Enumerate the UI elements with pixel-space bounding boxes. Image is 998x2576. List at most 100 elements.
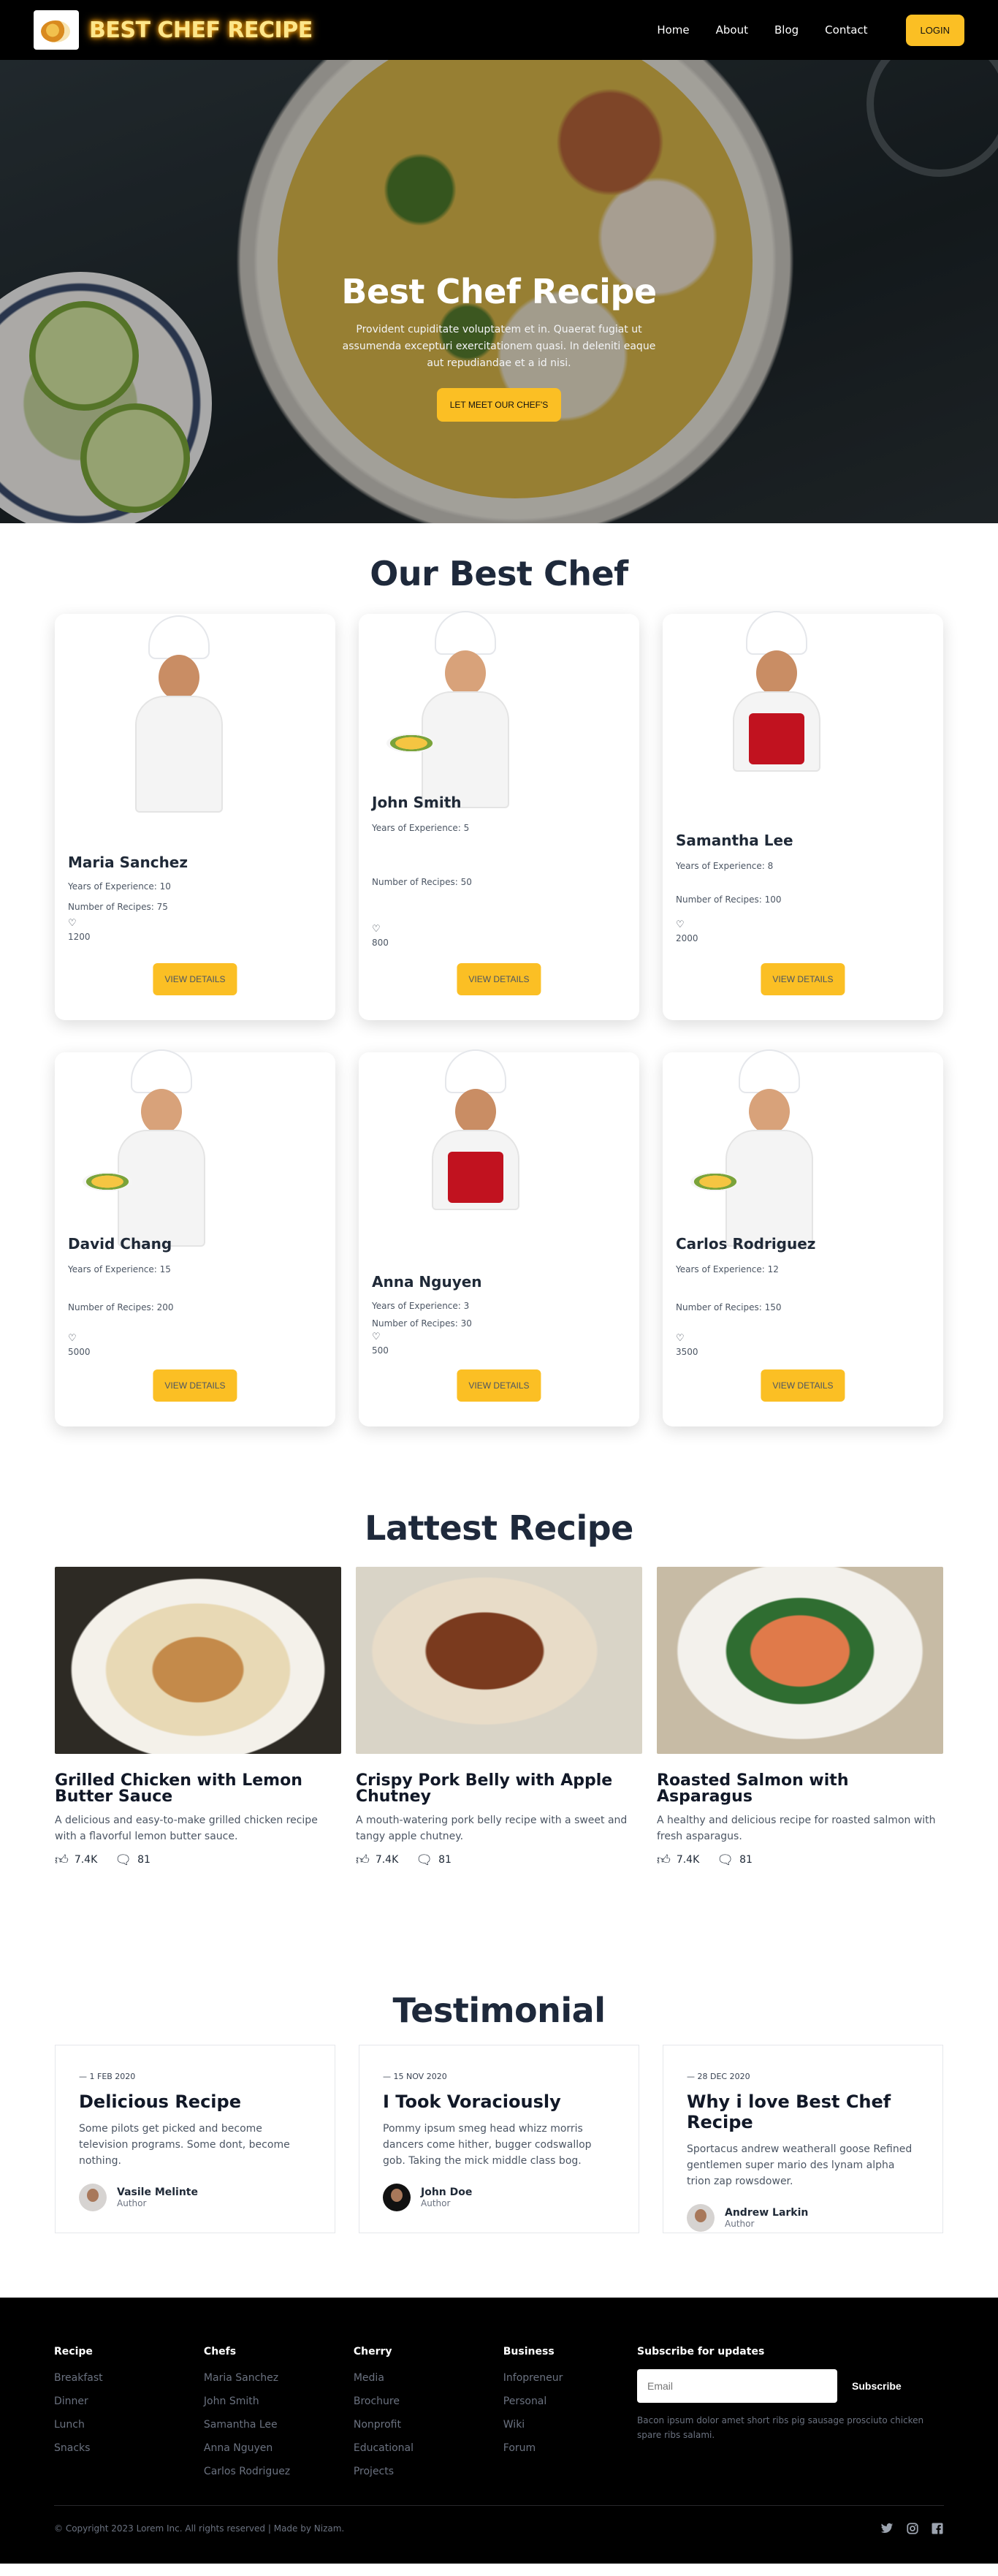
hero-text: Provident cupiditate voluptatem et in. Q… [342,324,656,369]
chef-likes: 1200 [68,932,91,942]
testimonial-card: — 15 NOV 2020 I Took Voraciously Pommy i… [359,2045,639,2233]
footer-link[interactable]: Nonprofit [354,2413,503,2436]
footer-link[interactable]: Carlos Rodriguez [204,2460,354,2483]
facebook-icon[interactable] [931,2522,944,2535]
thumbs-up-icon[interactable]: 👍︎ [657,1852,671,1868]
footer-column-business: Business Infopreneur Personal Wiki Forum [503,2346,637,2483]
testimonials-title: Testimonial [392,1991,606,2030]
chef-info: David Chang Years of Experience: 15 Numb… [68,1235,174,1357]
testimonial-author: Andrew Larkin Author [687,2204,919,2232]
footer-link[interactable]: Snacks [54,2436,204,2460]
comments-count: 81 [438,1854,452,1866]
view-details-button[interactable]: VIEW DETAILS [153,963,237,995]
recipe-card[interactable]: Grilled Chicken with Lemon Butter Sauce … [55,1567,341,1868]
view-details-button[interactable]: VIEW DETAILS [761,1369,845,1402]
chef-experience: Years of Experience: 12 [676,1264,779,1274]
recipe-image[interactable] [657,1567,943,1754]
recipe-image[interactable] [55,1567,341,1754]
testimonial-date: — 28 DEC 2020 [687,2072,750,2081]
view-details-button[interactable]: VIEW DETAILS [153,1369,237,1402]
recipe-card[interactable]: Roasted Salmon with Asparagus A healthy … [657,1567,943,1868]
testimonial-grid: — 1 FEB 2020 Delicious Recipe Some pilot… [55,2045,943,2233]
recipe-title[interactable]: Crispy Pork Belly with Apple Chutney [356,1773,642,1805]
hero-title: Best Chef Recipe [341,272,657,311]
footer-link[interactable]: John Smith [204,2390,354,2413]
chef-recipes: Number of Recipes: 150 [676,1302,782,1312]
chef-card: Samantha Lee Years of Experience: 8 Numb… [663,611,943,1020]
footer-link[interactable]: Media [354,2366,503,2390]
chef-photo [696,611,857,772]
recipe-image[interactable] [356,1567,642,1754]
recipe-title[interactable]: Roasted Salmon with Asparagus [657,1773,943,1805]
footer-link[interactable]: Forum [503,2436,637,2460]
chef-info: Samantha Lee Years of Experience: 8 Numb… [676,832,793,943]
chef-name: Carlos Rodriguez [676,1235,816,1253]
email-input[interactable] [637,2369,838,2403]
comment-icon[interactable]: 🗨︎ [717,1853,734,1868]
instagram-icon[interactable] [906,2522,919,2535]
footer-link[interactable]: Wiki [503,2413,637,2436]
avatar [687,2204,715,2232]
footer-link[interactable]: Maria Sanchez [204,2366,354,2390]
chef-likes: 2000 [676,933,698,943]
meet-chefs-button[interactable]: LET MEET OUR CHEF'S [436,388,562,422]
chef-photo [99,615,259,835]
footer-column-title: Business [503,2346,555,2357]
footer-link[interactable]: Brochure [354,2390,503,2413]
subscribe-button[interactable]: Subscribe [852,2380,902,2392]
chef-card: Anna Nguyen Years of Experience: 3 Numbe… [359,1049,639,1426]
author-role: Author [725,2219,755,2229]
view-details-button[interactable]: VIEW DETAILS [457,1369,541,1402]
logo-text[interactable]: BEST CHEF RECIPE [89,18,313,43]
recipes-title: Lattest Recipe [365,1508,633,1548]
subscribe-form: Subscribe [637,2369,944,2403]
nav-link-about[interactable]: About [716,23,748,37]
chefs-title: Our Best Chef [370,554,628,593]
testimonial-text: Some pilots get picked and become televi… [79,2123,290,2167]
heart-icon[interactable]: ♡ [676,1333,815,1344]
comment-icon[interactable]: 🗨︎ [416,1853,433,1868]
view-details-button[interactable]: VIEW DETAILS [761,963,845,995]
footer-link[interactable]: Breakfast [54,2366,204,2390]
nav-link-blog[interactable]: Blog [774,23,799,37]
heart-icon[interactable]: ♡ [676,919,793,930]
recipe-grid: Grilled Chicken with Lemon Butter Sauce … [55,1567,943,1868]
heart-icon[interactable]: ♡ [68,1333,174,1344]
thumbs-up-icon[interactable]: 👍︎ [356,1852,370,1868]
chef-experience: Years of Experience: 5 [372,823,470,833]
footer-link[interactable]: Anna Nguyen [204,2436,354,2460]
footer-column-chefs: Chefs Maria Sanchez John Smith Samantha … [204,2346,354,2483]
footer-link[interactable]: Samantha Lee [204,2413,354,2436]
chef-experience: Years of Experience: 15 [68,1264,171,1274]
comments-count: 81 [137,1854,151,1866]
testimonial-title: Why i love Best Chef Recipe [687,2091,891,2132]
login-button[interactable]: LOGIN [905,14,964,46]
footer-link[interactable]: Dinner [54,2390,204,2413]
footer-column-title: Chefs [203,2346,237,2357]
nav-link-home[interactable]: Home [657,23,689,37]
recipes-section: Lattest Recipe Grilled Chicken with Lemo… [0,1426,998,1868]
heart-icon[interactable]: ♡ [372,924,472,935]
footer-link[interactable]: Personal [503,2390,637,2413]
recipe-stats: 👍︎ 7.4K 🗨︎ 81 [356,1852,642,1869]
footer-link[interactable]: Educational [354,2436,503,2460]
view-details-button[interactable]: VIEW DETAILS [457,963,541,995]
heart-icon[interactable]: ♡ [372,1331,482,1342]
recipe-title[interactable]: Grilled Chicken with Lemon Butter Sauce [55,1773,341,1805]
footer-link[interactable]: Lunch [54,2413,204,2436]
nav-link-contact[interactable]: Contact [825,23,867,37]
recipe-card[interactable]: Crispy Pork Belly with Apple Chutney A m… [356,1567,642,1868]
testimonial-card: — 1 FEB 2020 Delicious Recipe Some pilot… [55,2045,335,2233]
logo-image[interactable] [34,10,79,50]
hero-section: Best Chef Recipe Provident cupiditate vo… [0,60,998,523]
chef-recipes: Number of Recipes: 100 [676,894,782,905]
footer-link[interactable]: Projects [354,2460,503,2483]
footer-link[interactable]: Infopreneur [503,2366,637,2390]
comment-icon[interactable]: 🗨︎ [115,1853,132,1868]
avatar [79,2184,107,2211]
chef-experience: Years of Experience: 8 [676,861,774,871]
twitter-icon[interactable] [880,2522,894,2535]
heart-icon[interactable]: ♡ [68,918,188,929]
thumbs-up-icon[interactable]: 👍︎ [55,1852,69,1868]
chef-recipes: Number of Recipes: 75 [68,902,168,912]
